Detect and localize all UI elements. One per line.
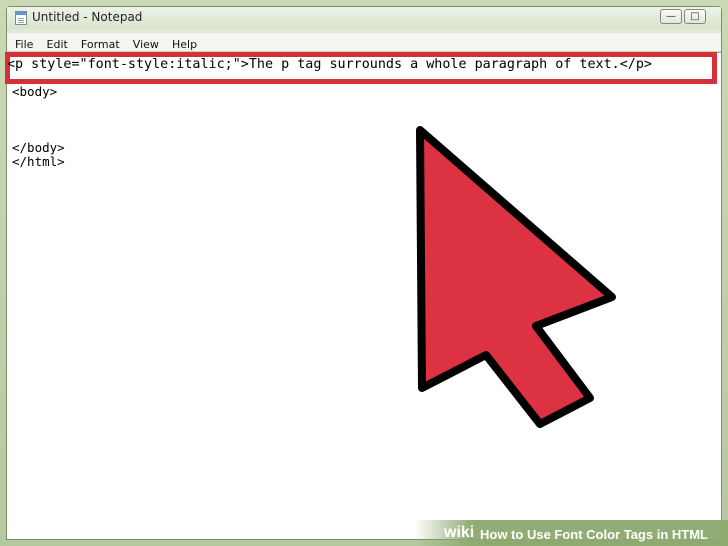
- arrow-pointer-icon: [416, 126, 616, 428]
- watermark-how: How: [480, 527, 508, 542]
- watermark-rest: to Use Font Color Tags in HTML: [507, 527, 708, 542]
- watermark-title: How to Use Font Color Tags in HTML: [480, 527, 708, 542]
- watermark-wiki: wiki: [444, 524, 475, 541]
